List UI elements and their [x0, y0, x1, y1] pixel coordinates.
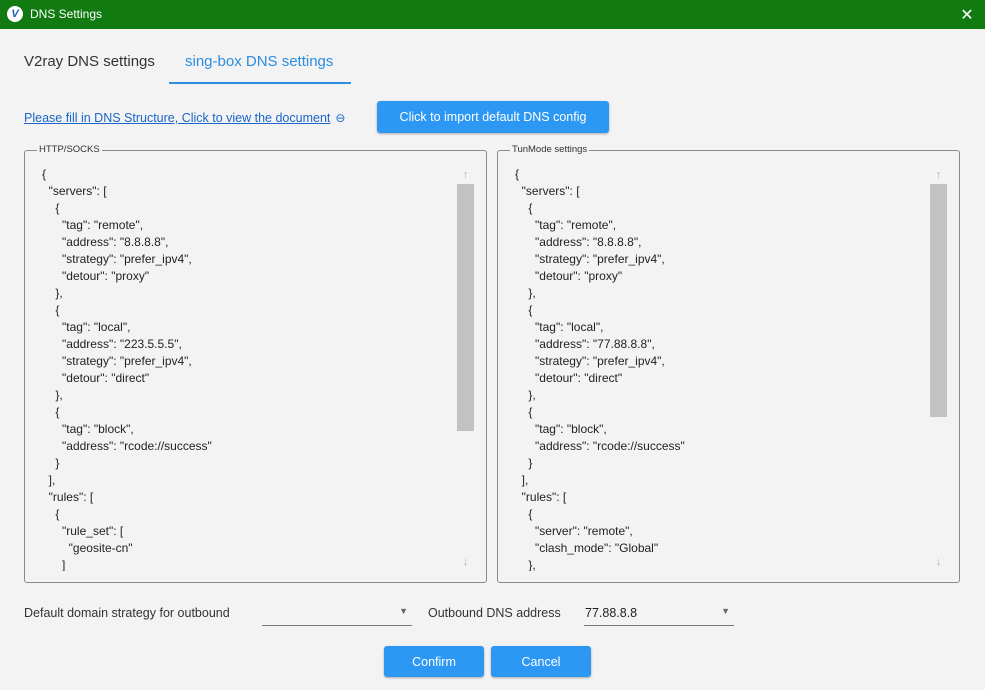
tab-sing-box-dns-settings[interactable]: sing-box DNS settings — [185, 53, 333, 70]
scroll-thumb[interactable] — [930, 184, 947, 417]
outbound-dns-label: Outbound DNS address — [428, 606, 561, 620]
domain-strategy-label: Default domain strategy for outbound — [24, 606, 230, 620]
v2ray-app-icon: V — [7, 6, 23, 22]
close-icon[interactable]: ✕ — [949, 0, 985, 29]
scroll-up-arrow-icon[interactable]: ↑ — [457, 166, 474, 183]
http-socks-label: HTTP/SOCKS — [37, 144, 102, 155]
link-icon: ⊖ — [335, 111, 346, 125]
http-socks-group: HTTP/SOCKS { "servers": [ { "tag": "remo… — [24, 144, 487, 583]
dropdown-arrow-icon: ▼ — [399, 606, 408, 616]
dns-document-link[interactable]: Please fill in DNS Structure, Click to v… — [24, 111, 345, 125]
outbound-dns-value: 77.88.8.8 — [585, 606, 638, 620]
active-tab-indicator — [169, 82, 351, 84]
http-socks-scrollbar[interactable]: ↑ ↓ — [457, 166, 474, 570]
cancel-button[interactable]: Cancel — [491, 646, 591, 677]
dropdown-arrow-icon: ▼ — [721, 606, 730, 616]
scroll-down-arrow-icon[interactable]: ↓ — [930, 553, 947, 570]
tun-mode-dns-textarea[interactable]: { "servers": [ { "tag": "remote", "addre… — [515, 166, 935, 571]
http-socks-dns-textarea[interactable]: { "servers": [ { "tag": "remote", "addre… — [42, 166, 462, 571]
import-default-dns-button[interactable]: Click to import default DNS config — [377, 101, 609, 133]
scroll-down-arrow-icon[interactable]: ↓ — [457, 553, 474, 570]
tun-mode-label: TunMode settings — [510, 144, 590, 155]
domain-strategy-select[interactable]: ▼ — [262, 602, 412, 626]
outbound-dns-select[interactable]: 77.88.8.8 ▼ — [584, 602, 734, 626]
confirm-button[interactable]: Confirm — [384, 646, 484, 677]
window-title: DNS Settings — [30, 7, 103, 21]
title-bar: V DNS Settings ✕ — [0, 0, 985, 29]
tun-mode-group: TunMode settings { "servers": [ { "tag":… — [497, 144, 960, 583]
tab-v2ray-dns-settings[interactable]: V2ray DNS settings — [24, 53, 155, 70]
dns-document-link-label: Please fill in DNS Structure, Click to v… — [24, 111, 331, 125]
scroll-up-arrow-icon[interactable]: ↑ — [930, 166, 947, 183]
tun-mode-scrollbar[interactable]: ↑ ↓ — [930, 166, 947, 570]
scroll-thumb[interactable] — [457, 184, 474, 431]
